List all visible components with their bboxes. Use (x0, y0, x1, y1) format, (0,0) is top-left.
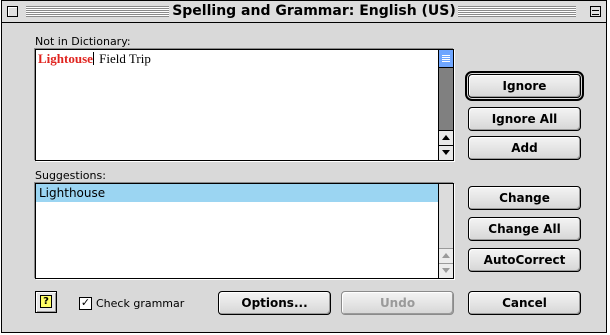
undo-button[interactable]: Undo (341, 291, 454, 315)
autocorrect-button[interactable]: AutoCorrect (468, 248, 581, 272)
scroll-down-arrow-icon[interactable] (439, 263, 453, 278)
close-box-icon[interactable] (7, 6, 18, 17)
window-title: Spelling and Grammar: English (US) (172, 3, 456, 19)
check-grammar-checkbox[interactable]: ✓ (79, 297, 92, 310)
cancel-button[interactable]: Cancel (468, 291, 581, 315)
options-button[interactable]: Options... (218, 291, 331, 315)
add-button[interactable]: Add (468, 136, 581, 160)
sentence-rest: Field Trip (95, 51, 151, 66)
text-caret (92, 52, 94, 65)
scroll-up-arrow-icon[interactable] (439, 248, 453, 263)
ignore-all-button[interactable]: Ignore All (468, 107, 581, 131)
help-button[interactable]: ? (35, 291, 57, 313)
suggestions-label: Suggestions: (35, 169, 106, 182)
help-icon: ? (40, 295, 52, 308)
spelling-grammar-dialog: Spelling and Grammar: English (US) Not i… (1, 0, 607, 333)
collapse-box-icon[interactable] (590, 6, 601, 17)
sentence-text[interactable]: Lightouse Field Trip (38, 51, 151, 67)
not-in-dictionary-label: Not in Dictionary: (35, 35, 131, 48)
change-all-button[interactable]: Change All (468, 217, 581, 241)
misspelled-word: Lightouse (38, 51, 93, 66)
not-in-dictionary-field[interactable]: Lightouse Field Trip (35, 49, 454, 161)
scroll-down-arrow-icon[interactable] (439, 145, 453, 160)
scroll-thumb[interactable] (439, 50, 453, 68)
suggestions-list[interactable]: Lighthouse (35, 183, 454, 279)
scroll-up-arrow-icon[interactable] (439, 130, 453, 145)
suggestions-scrollbar[interactable] (438, 184, 453, 278)
title-stripes-left (26, 6, 169, 17)
title-bar[interactable]: Spelling and Grammar: English (US) (2, 1, 606, 23)
ignore-button[interactable]: Ignore (465, 71, 584, 101)
change-button[interactable]: Change (468, 186, 581, 210)
check-grammar-label[interactable]: Check grammar (96, 297, 184, 310)
title-stripes-right (458, 6, 576, 17)
suggestion-item-lighthouse[interactable]: Lighthouse (36, 184, 438, 202)
sentence-scrollbar[interactable] (438, 50, 453, 160)
